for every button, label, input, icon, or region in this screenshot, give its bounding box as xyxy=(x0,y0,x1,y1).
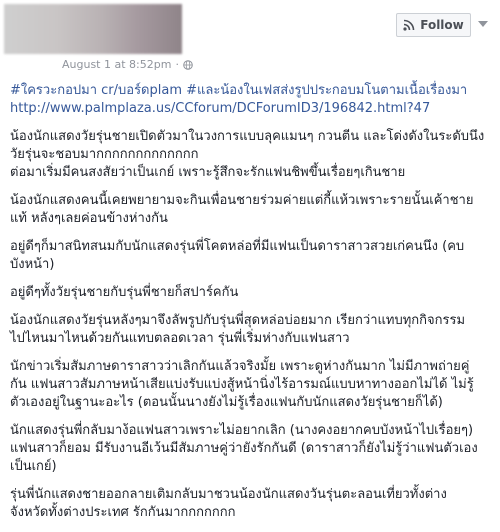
post-paragraphs: น้องนักแสดงวัยรุ่นชายเปิดตัวมาในวงการแบบ… xyxy=(10,128,492,522)
follow-button[interactable]: Follow xyxy=(396,13,471,37)
paragraph-line: กัน แฟนสาวสัมภาษหน้าเสียแบ่งรับแบ่งสู้หน… xyxy=(10,377,474,392)
post-body: #ใครวะกอปมา cr/บอร์ดplam #และน้องในเฟสส่… xyxy=(10,82,492,532)
paragraph-line: วัยรุ่นจะชอบมากกกกกกกกกกกกก xyxy=(10,147,199,162)
post-paragraph: อยู่ดีๆทั้งวัยรุ่นชายกับรุ่นพี่ชายก็สปาร… xyxy=(10,284,492,302)
paragraph-line: แฟนสาวก็ยอม มีรับงานอีเว้นมีสัมภาษคู่ว่า… xyxy=(10,441,478,456)
rss-icon xyxy=(403,19,415,31)
paragraph-line: ตัวเองอยู่ในฐานะอะไร (ตอนนั้นนางยังไม่รู… xyxy=(10,395,443,410)
paragraph-line: ไปไหนมาไหนด้วยกันแทบตลอดเวลา รุ่นพี่เริ่… xyxy=(10,331,350,346)
post-paragraph: นักแสดงรุ่นพี่กลับมาง้อแฟนสาวเพราะไม่อยา… xyxy=(10,422,492,476)
post-header: August 1 at 8:52pm · Follow xyxy=(0,0,500,80)
hashtags-line[interactable]: #ใครวะกอปมา cr/บอร์ดplam #และน้องในเฟสส่… xyxy=(10,82,492,100)
post-paragraph: น้องนักแสดงคนนี้เคยพยายามจะกินเพื่อนชายร… xyxy=(10,192,492,228)
paragraph-line: น้องนักแสดงวัยรุ่นชายเปิดตัวมาในวงการแบบ… xyxy=(10,129,485,144)
post-paragraph: อยู่ดีๆก็มาสนิทสนมกับนักแสดงรุ่นพี่โคตหล… xyxy=(10,238,492,274)
globe-icon[interactable] xyxy=(183,59,193,70)
paragraph-line: อยู่ดีๆทั้งวัยรุ่นชายกับรุ่นพี่ชายก็สปาร… xyxy=(10,285,239,300)
paragraph-line: นักข่าวเริ่มสัมภาษดาราสาวว่าเลิกกันแล้วจ… xyxy=(10,359,470,374)
paragraph-line: เป็นเกย์) xyxy=(10,459,57,474)
post-paragraph: รุ่นพี่นักแสดงชายออกลายเติมกลับมาชวนน้อง… xyxy=(10,486,492,522)
follow-label: Follow xyxy=(420,18,464,32)
post-meta: August 1 at 8:52pm · xyxy=(62,58,193,71)
paragraph-line: จังหวัดทั้งต่างประเทศ รักกันมากกกกกกก xyxy=(10,505,236,520)
chevron-down-icon[interactable] xyxy=(478,21,488,27)
post-paragraph: นักข่าวเริ่มสัมภาษดาราสาวว่าเลิกกันแล้วจ… xyxy=(10,358,492,412)
paragraph-line: บังหน้า) xyxy=(10,257,55,272)
post-paragraph: น้องนักแสดงวัยรุ่นหลังๆมาจึงลัพรูปกับรุ่… xyxy=(10,312,492,348)
post-timestamp[interactable]: August 1 at 8:52pm xyxy=(62,58,171,71)
paragraph-line: รุ่นพี่นักแสดงชายออกลายเติมกลับมาชวนน้อง… xyxy=(10,487,447,502)
paragraph-line: อยู่ดีๆก็มาสนิทสนมกับนักแสดงรุ่นพี่โคตหล… xyxy=(10,239,465,254)
blurred-author-avatar[interactable] xyxy=(4,4,182,54)
post-link[interactable]: http://www.palmplaza.us/CCforum/DCForumI… xyxy=(10,100,492,118)
meta-separator: · xyxy=(175,58,179,71)
paragraph-line: แท้ หลังๆเลยค่อนข้างห่างกัน xyxy=(10,211,168,226)
paragraph-line: น้องนักแสดงวัยรุ่นหลังๆมาจึงลัพรูปกับรุ่… xyxy=(10,313,466,328)
post-paragraph: น้องนักแสดงวัยรุ่นชายเปิดตัวมาในวงการแบบ… xyxy=(10,128,492,182)
paragraph-line: นักแสดงรุ่นพี่กลับมาง้อแฟนสาวเพราะไม่อยา… xyxy=(10,423,474,438)
paragraph-line: ต่อมาเริ่มมีคนสงสัยว่าเป็นเกย์ เพราะรู้ส… xyxy=(10,165,406,180)
paragraph-line: น้องนักแสดงคนนี้เคยพยายามจะกินเพื่อนชายร… xyxy=(10,193,474,208)
